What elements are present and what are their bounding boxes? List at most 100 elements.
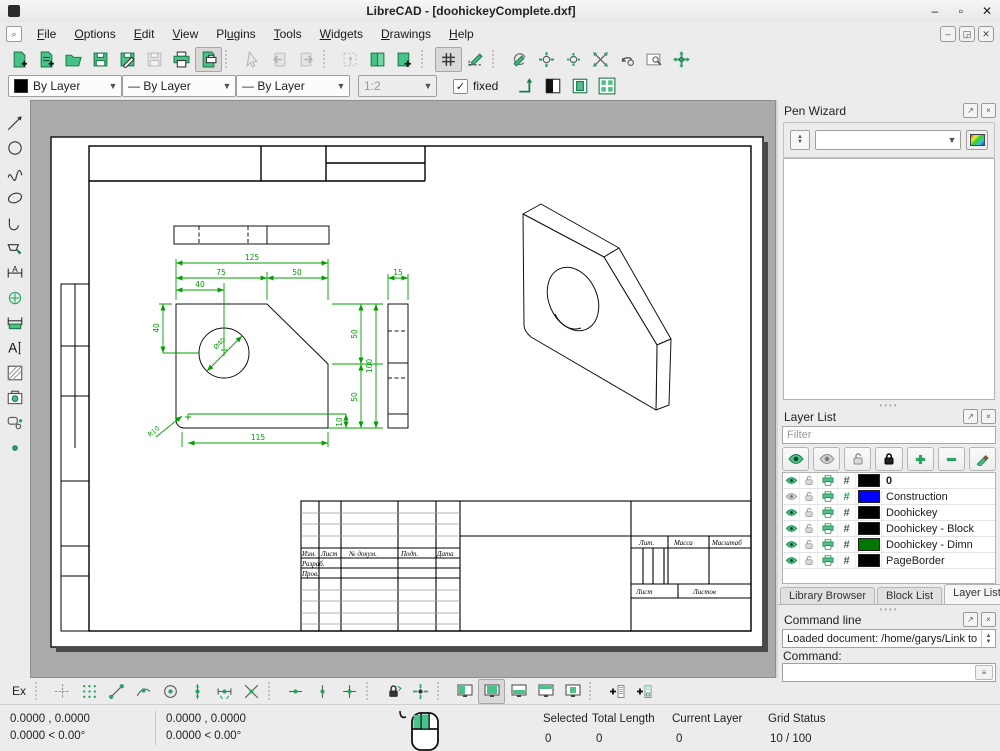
restrict-horizontal-icon[interactable] bbox=[282, 679, 309, 704]
width-combobox[interactable]: — By Layer ▼ bbox=[122, 75, 236, 97]
line-tool-icon[interactable] bbox=[3, 112, 27, 134]
linetype-combobox[interactable]: — By Layer ▼ bbox=[236, 75, 350, 97]
contrast-icon[interactable] bbox=[539, 74, 566, 99]
construction-icon[interactable]: # bbox=[838, 521, 856, 536]
menu-plugins[interactable]: Plugins bbox=[207, 24, 264, 44]
arc-tool-icon[interactable] bbox=[3, 212, 27, 234]
unlock-all-layers-icon[interactable] bbox=[844, 447, 871, 471]
lock-icon[interactable] bbox=[800, 473, 818, 488]
pen-wizard-combobox[interactable]: ▼ bbox=[815, 130, 961, 150]
snap-intersection-icon[interactable] bbox=[238, 679, 265, 704]
duplicate-icon[interactable] bbox=[364, 47, 391, 72]
mdi-restore-icon[interactable]: ◲ bbox=[959, 26, 975, 42]
fixed-checkbox[interactable]: ✓ fixed bbox=[453, 79, 498, 94]
modify-layer-icon[interactable] bbox=[969, 447, 996, 471]
layer-name[interactable]: PageBorder bbox=[882, 555, 995, 567]
layer-row-0[interactable]: # 0 bbox=[783, 473, 995, 489]
dock-float-icon[interactable] bbox=[559, 679, 586, 704]
tab-library-browser[interactable]: Library Browser bbox=[780, 587, 875, 604]
draft-mode-icon[interactable] bbox=[462, 47, 489, 72]
close-panel-icon[interactable]: × bbox=[981, 103, 996, 118]
print-icon[interactable] bbox=[818, 537, 838, 552]
point-tool-icon[interactable] bbox=[3, 437, 27, 459]
mdi-minimize-icon[interactable]: – bbox=[940, 26, 956, 42]
print-icon[interactable] bbox=[818, 521, 838, 536]
layer-name[interactable]: 0 bbox=[882, 475, 995, 487]
redo-icon[interactable] bbox=[293, 47, 320, 72]
dim-radial-tool-icon[interactable] bbox=[3, 287, 27, 309]
color-combobox[interactable]: By Layer ▼ bbox=[8, 75, 122, 97]
exclusive-snap-button[interactable]: Ex bbox=[6, 682, 32, 700]
minimize-window-icon[interactable]: – bbox=[922, 4, 948, 18]
construction-icon[interactable]: # bbox=[838, 473, 856, 488]
menu-edit[interactable]: Edit bbox=[125, 24, 164, 44]
snap-free-icon[interactable] bbox=[49, 679, 76, 704]
layer-row-doohickey-dimn[interactable]: # Doohickey - Dimn bbox=[783, 537, 995, 553]
menu-widgets[interactable]: Widgets bbox=[311, 24, 372, 44]
lock-relative-zero-icon[interactable] bbox=[380, 679, 407, 704]
add-block-icon[interactable] bbox=[391, 47, 418, 72]
layer-name[interactable]: Construction bbox=[882, 491, 995, 503]
remove-layer-icon[interactable] bbox=[938, 447, 965, 471]
undo-icon[interactable] bbox=[266, 47, 293, 72]
save-all-icon[interactable] bbox=[141, 47, 168, 72]
construction-icon[interactable]: # bbox=[838, 489, 856, 504]
close-panel-icon[interactable]: × bbox=[981, 612, 996, 627]
menu-options[interactable]: Options bbox=[65, 24, 124, 44]
lock-icon[interactable] bbox=[800, 537, 818, 552]
command-options-icon[interactable]: ≡ bbox=[975, 665, 993, 680]
layer-row-doohickey-block[interactable]: # Doohickey - Block bbox=[783, 521, 995, 537]
zoom-out-icon[interactable] bbox=[560, 47, 587, 72]
block-tool-icon[interactable] bbox=[3, 412, 27, 434]
undock-icon[interactable]: ↗ bbox=[963, 409, 978, 424]
eye-icon[interactable] bbox=[783, 473, 800, 488]
close-window-icon[interactable]: ✕ bbox=[974, 4, 1000, 18]
zoom-previous-icon[interactable] bbox=[614, 47, 641, 72]
undock-icon[interactable]: ↗ bbox=[963, 612, 978, 627]
layer-filter-input[interactable]: Filter bbox=[782, 426, 996, 444]
eye-icon[interactable] bbox=[783, 521, 800, 536]
grid-blocks-icon[interactable] bbox=[593, 74, 620, 99]
dock-bottom-icon[interactable] bbox=[505, 679, 532, 704]
add-layer-icon[interactable] bbox=[907, 447, 934, 471]
show-all-layers-icon[interactable] bbox=[782, 447, 809, 471]
undock-icon[interactable]: ↗ bbox=[963, 103, 978, 118]
layer-name[interactable]: Doohickey - Block bbox=[882, 523, 995, 535]
dock-full-icon[interactable] bbox=[478, 679, 505, 704]
dim-horizontal-tool-icon[interactable] bbox=[3, 312, 27, 334]
snap-grid-icon[interactable] bbox=[76, 679, 103, 704]
lock-icon[interactable] bbox=[800, 521, 818, 536]
pen-spin-button[interactable]: ▲▼ bbox=[790, 130, 810, 150]
hatch-tool-icon[interactable] bbox=[3, 362, 27, 384]
command-input[interactable]: ≡ bbox=[782, 663, 996, 682]
new-from-template-icon[interactable] bbox=[33, 47, 60, 72]
command-history[interactable]: Loaded document: /home/garys/Link to ▲▼ bbox=[782, 629, 996, 648]
spline-tool-icon[interactable] bbox=[3, 162, 27, 184]
dock-top-icon[interactable] bbox=[532, 679, 559, 704]
add-command-widget-icon[interactable] bbox=[603, 679, 630, 704]
save-as-icon[interactable] bbox=[114, 47, 141, 72]
tab-block-list[interactable]: Block List bbox=[877, 587, 942, 604]
construction-icon[interactable]: # bbox=[838, 553, 856, 568]
construction-icon[interactable]: # bbox=[838, 537, 856, 552]
image-tool-icon[interactable] bbox=[3, 387, 27, 409]
eye-icon[interactable] bbox=[783, 553, 800, 568]
maximize-window-icon[interactable]: ▫ bbox=[948, 4, 974, 18]
snap-endpoint-icon[interactable] bbox=[103, 679, 130, 704]
close-panel-icon[interactable]: × bbox=[981, 409, 996, 424]
dim-aligned-tool-icon[interactable]: A bbox=[3, 262, 27, 284]
restrict-vertical-icon[interactable] bbox=[309, 679, 336, 704]
layer-row-construction[interactable]: # Construction bbox=[783, 489, 995, 505]
zoom-pan-icon[interactable] bbox=[668, 47, 695, 72]
polyline-tool-icon[interactable] bbox=[3, 237, 27, 259]
lock-icon[interactable] bbox=[800, 505, 818, 520]
set-relative-zero-icon[interactable] bbox=[407, 679, 434, 704]
layer-name[interactable]: Doohickey bbox=[882, 507, 995, 519]
pen-color-button[interactable] bbox=[966, 130, 988, 150]
add-options-widget-icon[interactable] bbox=[630, 679, 657, 704]
hide-all-layers-icon[interactable] bbox=[813, 447, 840, 471]
text-tool-icon[interactable]: A bbox=[3, 337, 27, 359]
print-preview-icon[interactable] bbox=[195, 47, 222, 72]
ellipse-tool-icon[interactable] bbox=[3, 187, 27, 209]
grid-icon[interactable] bbox=[435, 47, 462, 72]
